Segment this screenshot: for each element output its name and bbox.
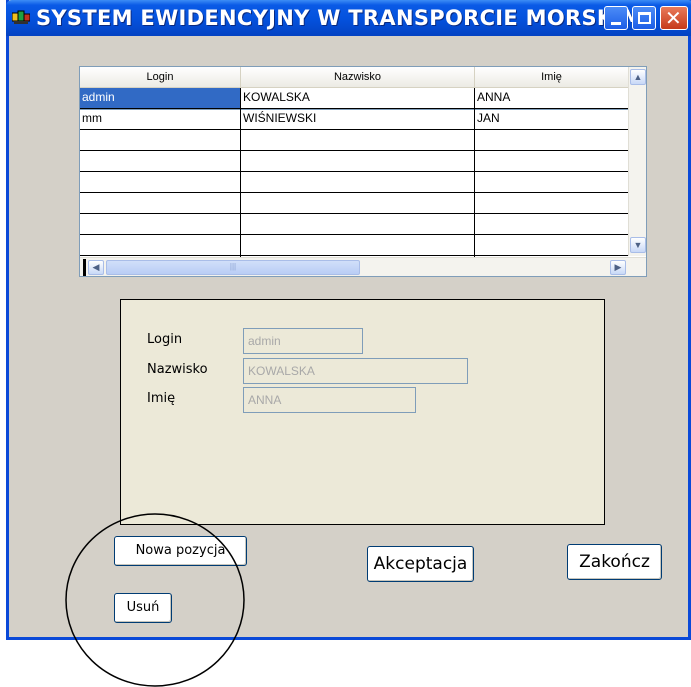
close-icon: ✕ — [665, 6, 682, 30]
grid-body: admin KOWALSKA ANNA mm WIŚNIEWSKI JAN — [80, 88, 628, 258]
cell-imie[interactable] — [475, 130, 628, 150]
cell-nazwisko[interactable] — [241, 235, 475, 255]
cell-imie[interactable] — [475, 214, 628, 234]
table-row[interactable] — [80, 193, 628, 214]
table-row[interactable]: mm WIŚNIEWSKI JAN — [80, 109, 628, 130]
cell-nazwisko[interactable] — [241, 172, 475, 192]
chevron-up-icon: ▲ — [633, 72, 643, 82]
minimize-icon — [611, 22, 621, 25]
finish-button[interactable]: Zakończ — [567, 544, 662, 580]
imie-field[interactable]: ANNA — [243, 387, 416, 413]
nazwisko-label: Nazwisko — [147, 362, 208, 377]
column-header-login[interactable]: Login — [80, 67, 241, 88]
scroll-right-button[interactable]: ▶ — [610, 260, 626, 275]
cell-imie[interactable] — [475, 151, 628, 171]
cell-login[interactable] — [80, 193, 241, 213]
close-window-button[interactable]: ✕ — [660, 6, 688, 30]
title-bar[interactable]: SYSTEM EWIDENCYJNY W TRANSPORCIE MORSKIM… — [6, 0, 691, 36]
horizontal-scroll-thumb[interactable]: ||| — [106, 260, 360, 275]
chevron-right-icon: ▶ — [614, 262, 622, 272]
cell-imie[interactable] — [475, 172, 628, 192]
cell-imie[interactable] — [475, 235, 628, 255]
maximize-icon — [638, 12, 651, 24]
horizontal-scrollbar[interactable]: ◀ ||| ▶ — [80, 257, 646, 276]
login-label: Login — [147, 332, 183, 347]
table-row[interactable] — [80, 172, 628, 193]
scroll-up-button[interactable]: ▲ — [630, 69, 646, 85]
scroll-down-button[interactable]: ▼ — [630, 237, 646, 253]
nazwisko-field[interactable]: KOWALSKA — [243, 358, 468, 384]
column-header-imie[interactable]: Imię — [475, 67, 628, 88]
cell-imie[interactable] — [475, 193, 628, 213]
cell-nazwisko[interactable]: WIŚNIEWSKI — [241, 109, 475, 129]
window-title: SYSTEM EWIDENCYJNY W TRANSPORCIE MORSKIM — [36, 6, 643, 30]
cell-login[interactable] — [80, 172, 241, 192]
table-row[interactable]: admin KOWALSKA ANNA — [80, 88, 628, 110]
cell-nazwisko[interactable] — [241, 130, 475, 150]
cell-imie[interactable]: ANNA — [475, 88, 628, 108]
cell-imie[interactable]: JAN — [475, 109, 628, 129]
cell-login[interactable] — [80, 151, 241, 171]
app-icon[interactable] — [11, 9, 31, 25]
table-row[interactable] — [80, 214, 628, 235]
cell-login[interactable] — [80, 214, 241, 234]
grip-icon: ||| — [229, 262, 237, 271]
minimize-button[interactable] — [604, 6, 628, 30]
chevron-left-icon: ◀ — [92, 262, 100, 272]
vertical-scrollbar[interactable]: ▲ ▼ — [628, 67, 646, 256]
cell-login[interactable] — [80, 130, 241, 150]
maximize-button[interactable] — [632, 6, 656, 30]
grid-header: Login Nazwisko Imię — [80, 67, 628, 88]
cell-login[interactable] — [80, 235, 241, 255]
login-field[interactable]: admin — [243, 328, 363, 354]
chevron-down-icon: ▼ — [633, 240, 643, 250]
users-grid[interactable]: Login Nazwisko Imię admin KOWALSKA ANNA mm W… — [79, 66, 647, 277]
imie-label: Imię — [147, 391, 176, 406]
table-row[interactable] — [80, 235, 628, 256]
table-row[interactable] — [80, 151, 628, 172]
column-header-nazwisko[interactable]: Nazwisko — [241, 67, 475, 88]
cell-login[interactable]: mm — [80, 109, 241, 129]
annotation-circle — [65, 513, 245, 687]
scroll-left-button[interactable]: ◀ — [88, 260, 104, 275]
cell-nazwisko[interactable] — [241, 214, 475, 234]
cell-nazwisko[interactable]: KOWALSKA — [241, 88, 475, 108]
table-row[interactable] — [80, 130, 628, 151]
cell-nazwisko[interactable] — [241, 151, 475, 171]
detail-panel: Login admin Nazwisko KOWALSKA Imię ANNA — [120, 299, 605, 525]
cell-nazwisko[interactable] — [241, 193, 475, 213]
accept-button[interactable]: Akceptacja — [367, 546, 474, 582]
column-resize-marker — [83, 259, 86, 276]
cell-login[interactable]: admin — [80, 88, 241, 108]
